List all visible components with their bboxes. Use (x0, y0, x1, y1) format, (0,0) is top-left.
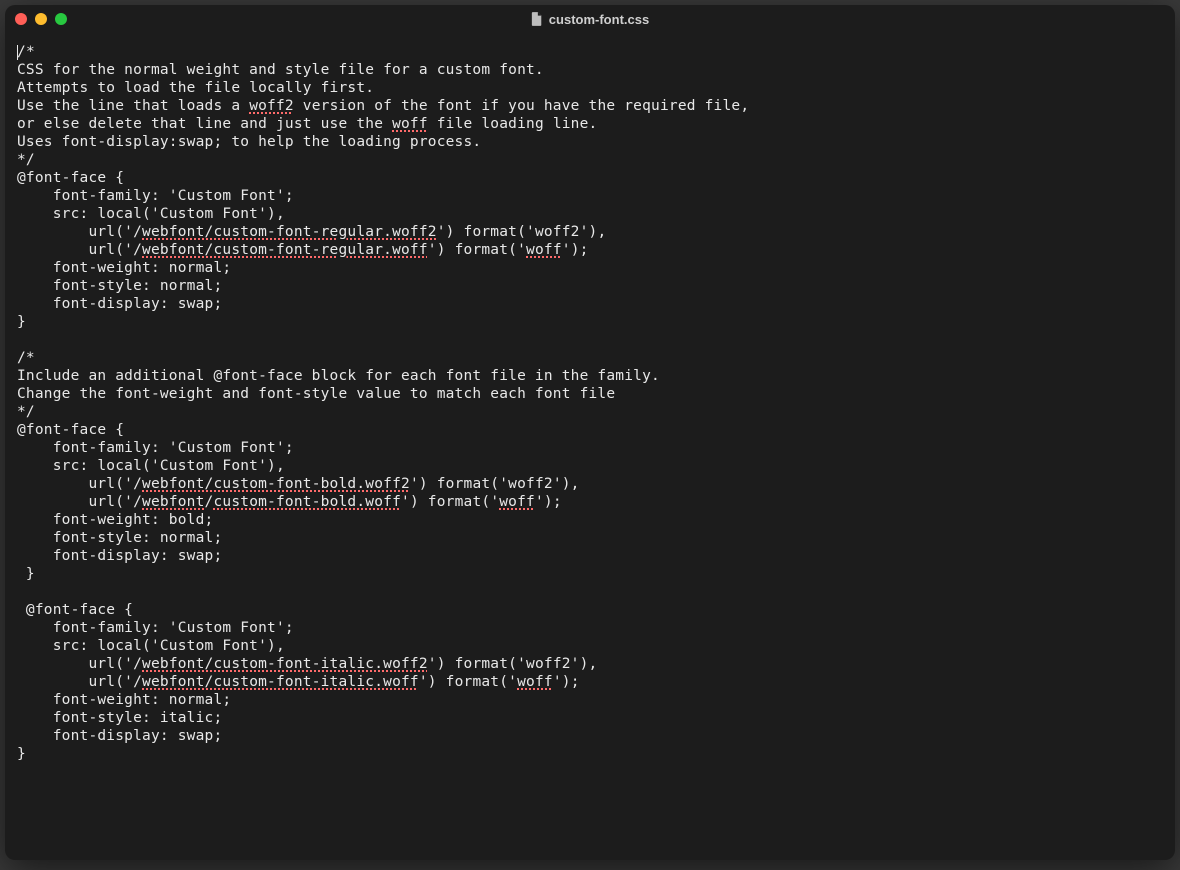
code-text: font-display: swap; (17, 548, 222, 564)
spellcheck-underline: woff2 (249, 98, 294, 114)
editor-window: custom-font.css /* CSS for the normal we… (5, 5, 1175, 860)
code-text: ') format('woff2'), (410, 476, 580, 492)
spellcheck-underline: woff (499, 494, 535, 510)
code-text: ') format('woff2'), (428, 656, 598, 672)
spellcheck-underline: webfont/custom-font-regular.woff2 (142, 224, 437, 240)
close-button[interactable] (15, 13, 27, 25)
code-text: } (17, 746, 26, 762)
spellcheck-underline: woff (392, 116, 428, 132)
code-text: ') format(' (428, 242, 526, 258)
code-text: } (17, 566, 35, 582)
spellcheck-underline: webfont (142, 494, 205, 510)
code-text: src: local('Custom Font'), (17, 638, 285, 654)
document-icon (531, 12, 543, 26)
zoom-button[interactable] (55, 13, 67, 25)
code-text: Attempts to load the file locally first. (17, 80, 374, 96)
code-text: src: local('Custom Font'), (17, 458, 285, 474)
code-text: '); (562, 242, 589, 258)
code-text: '); (553, 674, 580, 690)
code-text: '); (535, 494, 562, 510)
code-text: Uses font-display:swap; to help the load… (17, 134, 481, 150)
spellcheck-underline: woff (517, 674, 553, 690)
code-text: Include an additional @font-face block f… (17, 368, 660, 384)
window-controls (15, 13, 67, 25)
minimize-button[interactable] (35, 13, 47, 25)
code-text: } (17, 314, 26, 330)
window-title: custom-font.css (5, 12, 1175, 27)
spellcheck-underline: webfont/custom-font-regular.woff (142, 242, 428, 258)
code-text: or else delete that line and just use th… (17, 116, 392, 132)
code-text: */ (17, 404, 35, 420)
code-text: url('/ (17, 656, 142, 672)
code-text: font-style: normal; (17, 530, 222, 546)
window-title-text: custom-font.css (549, 12, 649, 27)
code-text: url('/ (17, 476, 142, 492)
code-text: /* (17, 350, 35, 366)
code-text: ') format('woff2'), (437, 224, 607, 240)
code-text: font-style: italic; (17, 710, 222, 726)
code-text: font-weight: bold; (17, 512, 213, 528)
spellcheck-underline: custom-font-bold.woff (213, 494, 401, 510)
code-text: font-weight: normal; (17, 692, 231, 708)
code-text: font-family: 'Custom Font'; (17, 188, 294, 204)
code-text: url('/ (17, 494, 142, 510)
code-text: */ (17, 152, 35, 168)
code-text: url('/ (17, 674, 142, 690)
code-text: src: local('Custom Font'), (17, 206, 285, 222)
code-text: * (26, 44, 35, 60)
code-text: / (17, 44, 26, 60)
spellcheck-underline: webfont/custom-font-italic.woff2 (142, 656, 428, 672)
code-text: font-style: normal; (17, 278, 222, 294)
text-editor-area[interactable]: /* CSS for the normal weight and style f… (5, 33, 1175, 860)
code-text: font-display: swap; (17, 728, 222, 744)
titlebar: custom-font.css (5, 5, 1175, 33)
code-text: Change the font-weight and font-style va… (17, 386, 615, 402)
code-text: @font-face { (17, 602, 133, 618)
code-text: Use the line that loads a (17, 98, 249, 114)
spellcheck-underline: webfont/custom-font-bold.woff2 (142, 476, 410, 492)
code-text: url('/ (17, 224, 142, 240)
code-text: font-family: 'Custom Font'; (17, 620, 294, 636)
code-text: font-display: swap; (17, 296, 222, 312)
spellcheck-underline: webfont/custom-font-italic.woff (142, 674, 419, 690)
spellcheck-underline: woff (526, 242, 562, 258)
code-text: file loading line. (428, 116, 598, 132)
code-text: @font-face { (17, 422, 124, 438)
code-text: version of the font if you have the requ… (294, 98, 749, 114)
code-text: @font-face { (17, 170, 124, 186)
code-text: font-weight: normal; (17, 260, 231, 276)
code-text: CSS for the normal weight and style file… (17, 62, 544, 78)
code-text: ') format(' (401, 494, 499, 510)
code-text: url('/ (17, 242, 142, 258)
code-text: font-family: 'Custom Font'; (17, 440, 294, 456)
code-text: ') format(' (419, 674, 517, 690)
